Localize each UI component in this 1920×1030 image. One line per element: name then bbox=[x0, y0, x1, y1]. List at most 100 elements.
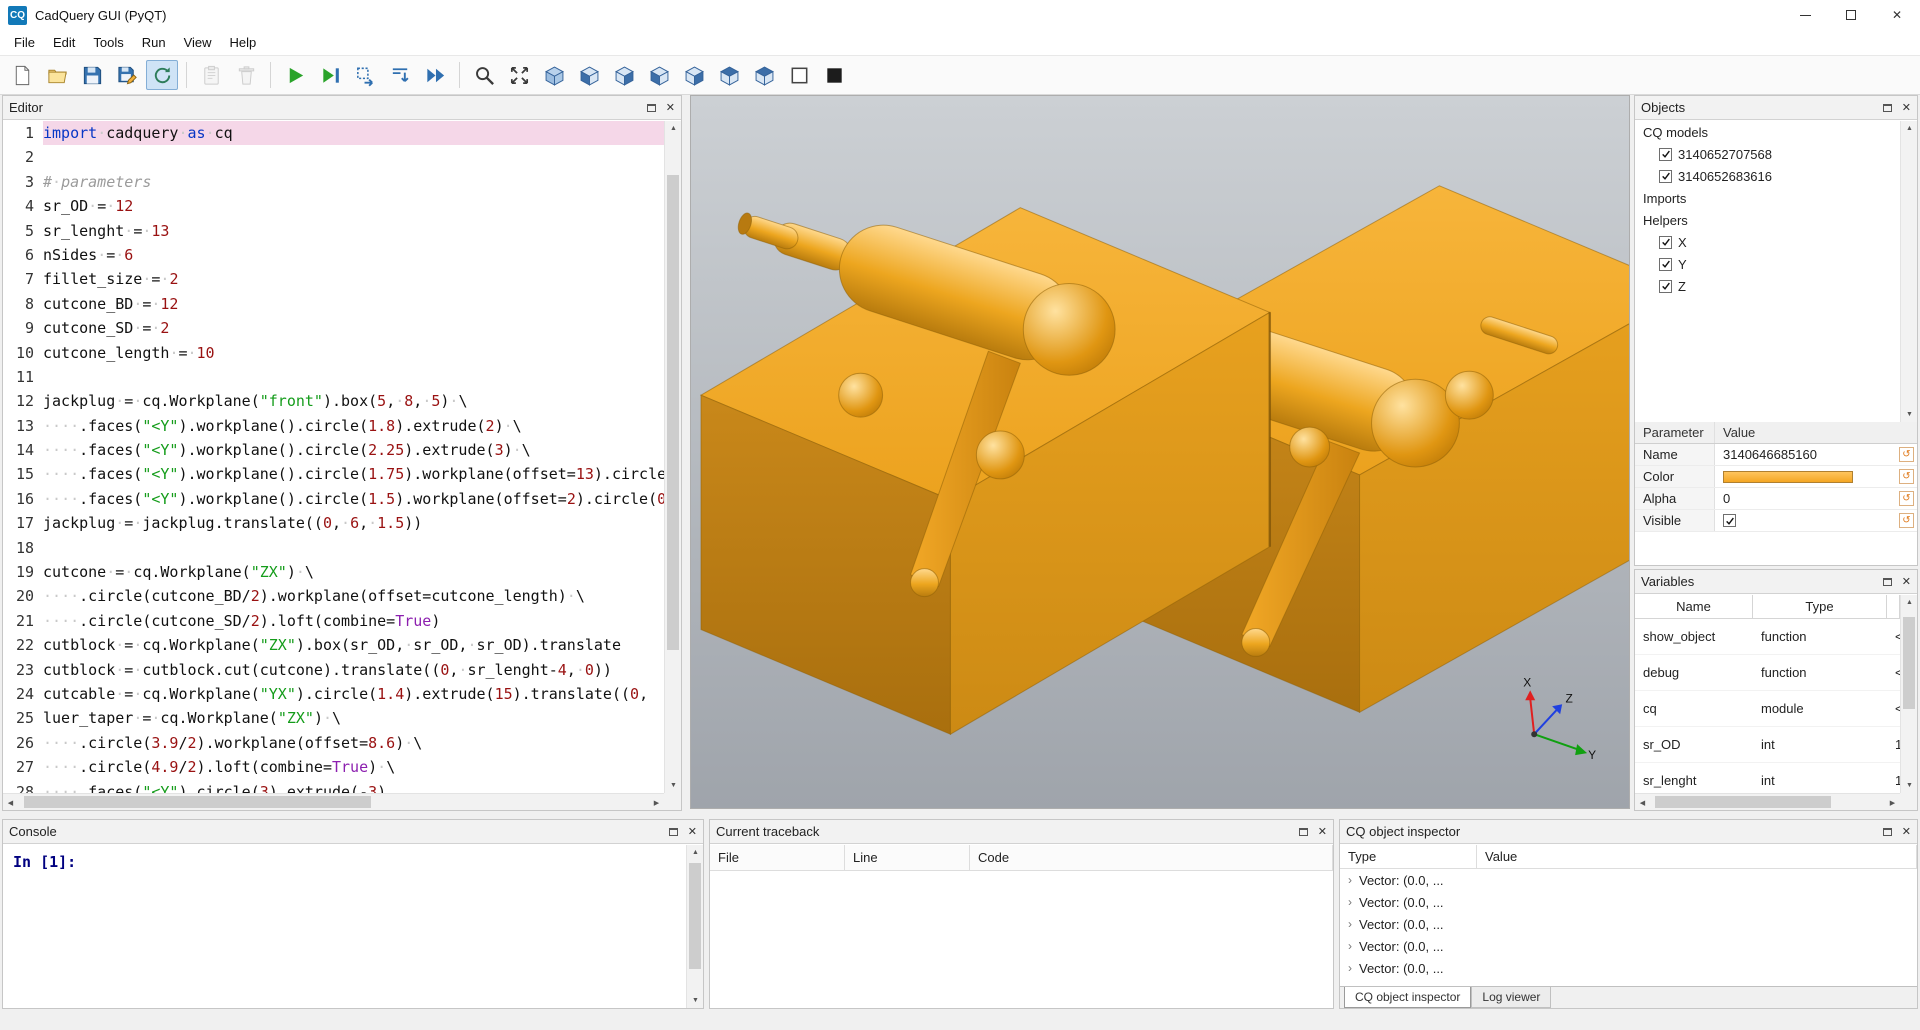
tree-item-x[interactable]: X bbox=[1635, 231, 1900, 253]
float-panel-icon[interactable] bbox=[647, 104, 656, 112]
menu-tools[interactable]: Tools bbox=[84, 31, 132, 54]
tree-item-helpers[interactable]: Helpers bbox=[1635, 209, 1900, 231]
visible-checkbox[interactable] bbox=[1723, 514, 1736, 527]
close-button[interactable]: ✕ bbox=[1874, 0, 1920, 30]
scroll-up-icon[interactable]: ▲ bbox=[1901, 121, 1918, 136]
code-line-28[interactable]: 28····.faces("<Y").circle(3).extrude(-3) bbox=[3, 780, 664, 793]
property-value[interactable] bbox=[1715, 471, 1899, 483]
scroll-thumb[interactable] bbox=[667, 175, 679, 650]
code-line-26[interactable]: 26····.circle(3.9/2).workplane(offset=8.… bbox=[3, 731, 664, 755]
delete-button[interactable] bbox=[230, 60, 262, 90]
editor-vscroll[interactable]: ▲ ▼ bbox=[664, 121, 681, 793]
view-top-button[interactable] bbox=[713, 60, 745, 90]
reset-name-button[interactable]: ↺ bbox=[1899, 447, 1914, 462]
scroll-left-icon[interactable]: ◀ bbox=[3, 794, 18, 811]
menu-run[interactable]: Run bbox=[133, 31, 175, 54]
expand-chevron-icon[interactable]: › bbox=[1348, 895, 1352, 909]
code-line-23[interactable]: 23cutblock·=·cutblock.cut(cutcone).trans… bbox=[3, 658, 664, 682]
render-button[interactable] bbox=[146, 60, 178, 90]
visibility-checkbox[interactable] bbox=[1659, 236, 1672, 249]
variable-row-cq[interactable]: cqmodule<m bbox=[1635, 691, 1900, 727]
view-back-button[interactable] bbox=[608, 60, 640, 90]
inspector-row-4[interactable]: ›Vector: (0.0, ... bbox=[1340, 957, 1917, 979]
variable-row-sr_OD[interactable]: sr_ODint12 bbox=[1635, 727, 1900, 763]
traceback-column-file[interactable]: File bbox=[710, 845, 845, 870]
scroll-down-icon[interactable]: ▼ bbox=[1901, 778, 1918, 793]
view-left-button[interactable] bbox=[643, 60, 675, 90]
inspector-row-0[interactable]: ›Vector: (0.0, ... bbox=[1340, 869, 1917, 891]
minimize-button[interactable] bbox=[1782, 0, 1828, 30]
code-line-15[interactable]: 15····.faces("<Y").workplane().circle(1.… bbox=[3, 462, 664, 486]
view-front-button[interactable] bbox=[573, 60, 605, 90]
tree-item-cq-models[interactable]: CQ models bbox=[1635, 121, 1900, 143]
tree-item-3140652707568[interactable]: 3140652707568 bbox=[1635, 143, 1900, 165]
visibility-checkbox[interactable] bbox=[1659, 148, 1672, 161]
tree-item-imports[interactable]: Imports bbox=[1635, 187, 1900, 209]
scroll-right-icon[interactable]: ▶ bbox=[1885, 794, 1900, 811]
open-file-button[interactable] bbox=[41, 60, 73, 90]
traceback-column-line[interactable]: Line bbox=[845, 845, 970, 870]
code-line-27[interactable]: 27····.circle(4.9/2).loft(combine=True)·… bbox=[3, 755, 664, 779]
tab-cq-object-inspector[interactable]: CQ object inspector bbox=[1344, 987, 1471, 1008]
menu-view[interactable]: View bbox=[175, 31, 221, 54]
close-panel-icon[interactable]: ✕ bbox=[666, 101, 675, 114]
code-line-7[interactable]: 7fillet_size·=·2 bbox=[3, 267, 664, 291]
variables-column-name[interactable]: Name bbox=[1635, 595, 1753, 618]
close-panel-icon[interactable]: ✕ bbox=[1902, 825, 1911, 838]
code-line-25[interactable]: 25luer_taper·=·cq.Workplane("ZX")·\ bbox=[3, 706, 664, 730]
reset-visible-button[interactable]: ↺ bbox=[1899, 513, 1914, 528]
save-as-button[interactable] bbox=[111, 60, 143, 90]
variable-row-show_object[interactable]: show_objectfunction<f bbox=[1635, 619, 1900, 655]
close-panel-icon[interactable]: ✕ bbox=[688, 825, 697, 838]
zoom-button[interactable] bbox=[468, 60, 500, 90]
scroll-left-icon[interactable]: ◀ bbox=[1635, 794, 1650, 811]
float-panel-icon[interactable] bbox=[669, 828, 678, 836]
code-line-5[interactable]: 5sr_lenght·=·13 bbox=[3, 219, 664, 243]
inspector-row-3[interactable]: ›Vector: (0.0, ... bbox=[1340, 935, 1917, 957]
code-line-11[interactable]: 11 bbox=[3, 365, 664, 389]
scroll-up-icon[interactable]: ▲ bbox=[1901, 595, 1918, 610]
variable-row-sr_lenght[interactable]: sr_lenghtint13 bbox=[1635, 763, 1900, 793]
code-line-10[interactable]: 10cutcone_length·=·10 bbox=[3, 341, 664, 365]
visibility-checkbox[interactable] bbox=[1659, 170, 1672, 183]
scroll-thumb[interactable] bbox=[1655, 796, 1831, 808]
maximize-button[interactable] bbox=[1828, 0, 1874, 30]
paste-button[interactable] bbox=[195, 60, 227, 90]
menu-help[interactable]: Help bbox=[221, 31, 266, 54]
scroll-thumb[interactable] bbox=[1903, 617, 1915, 709]
property-value[interactable]: 0 bbox=[1715, 491, 1899, 506]
expand-chevron-icon[interactable]: › bbox=[1348, 939, 1352, 953]
tree-item-y[interactable]: Y bbox=[1635, 253, 1900, 275]
continue-button[interactable] bbox=[419, 60, 451, 90]
code-line-21[interactable]: 21····.circle(cutcone_SD/2).loft(combine… bbox=[3, 609, 664, 633]
visibility-checkbox[interactable] bbox=[1659, 280, 1672, 293]
variables-hscroll[interactable]: ◀ ▶ bbox=[1635, 793, 1900, 810]
inspector-row-1[interactable]: ›Vector: (0.0, ... bbox=[1340, 891, 1917, 913]
tab-log-viewer[interactable]: Log viewer bbox=[1471, 987, 1551, 1008]
reset-alpha-button[interactable]: ↺ bbox=[1899, 491, 1914, 506]
float-panel-icon[interactable] bbox=[1299, 828, 1308, 836]
color-swatch[interactable] bbox=[1723, 471, 1853, 483]
viewport-3d[interactable]: X Z Y bbox=[690, 95, 1630, 809]
float-panel-icon[interactable] bbox=[1883, 104, 1892, 112]
save-button[interactable] bbox=[76, 60, 108, 90]
close-panel-icon[interactable]: ✕ bbox=[1318, 825, 1327, 838]
expand-chevron-icon[interactable]: › bbox=[1348, 917, 1352, 931]
code-line-9[interactable]: 9cutcone_SD·=·2 bbox=[3, 316, 664, 340]
scroll-up-icon[interactable]: ▲ bbox=[665, 121, 682, 136]
code-line-16[interactable]: 16····.faces("<Y").workplane().circle(1.… bbox=[3, 487, 664, 511]
code-line-4[interactable]: 4sr_OD·=·12 bbox=[3, 194, 664, 218]
scroll-down-icon[interactable]: ▼ bbox=[665, 778, 682, 793]
property-value[interactable] bbox=[1715, 514, 1899, 527]
editor-hscroll[interactable]: ◀ ▶ bbox=[3, 793, 664, 810]
code-line-8[interactable]: 8cutcone_BD·=·12 bbox=[3, 292, 664, 316]
inspector-column-value[interactable]: Value bbox=[1477, 845, 1917, 868]
traceback-column-code[interactable]: Code bbox=[970, 845, 1333, 870]
scroll-thumb[interactable] bbox=[24, 796, 371, 808]
float-panel-icon[interactable] bbox=[1883, 578, 1892, 586]
view-iso-button[interactable] bbox=[538, 60, 570, 90]
scroll-thumb[interactable] bbox=[689, 863, 701, 969]
code-line-1[interactable]: 1import·cadquery·as·cq bbox=[3, 121, 664, 145]
scroll-down-icon[interactable]: ▼ bbox=[1901, 407, 1918, 422]
code-line-19[interactable]: 19cutcone·=·cq.Workplane("ZX")·\ bbox=[3, 560, 664, 584]
